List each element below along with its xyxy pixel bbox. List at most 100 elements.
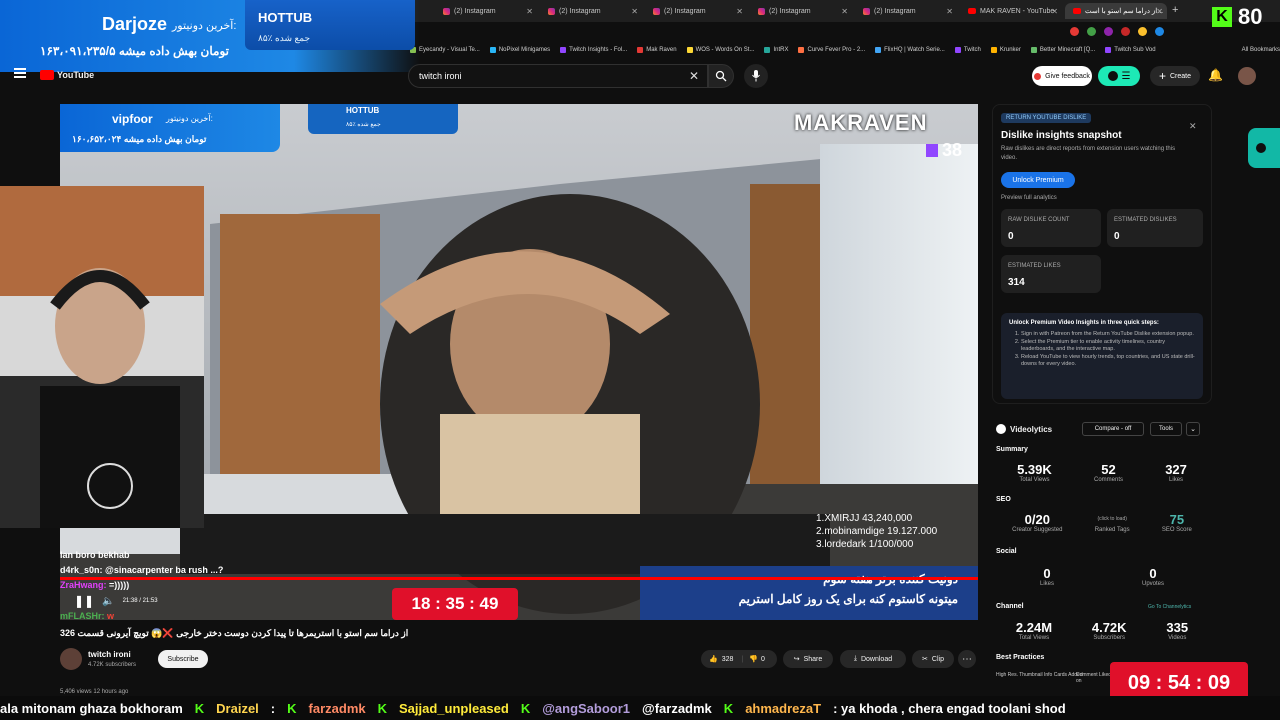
menu-icon[interactable] xyxy=(14,68,26,78)
chat-line: lan boro bekhab xyxy=(60,550,130,560)
step-item: Select the Premium tier to enable activi… xyxy=(1021,339,1197,354)
clear-search-icon[interactable]: ✕ xyxy=(689,69,699,83)
extension-toggle[interactable]: ☰ xyxy=(1098,66,1140,86)
browser-tab[interactable]: (2) Instagram ✕ xyxy=(855,3,957,19)
kick-icon: K xyxy=(520,700,531,716)
notifications-bell-icon[interactable]: 🔔 xyxy=(1208,68,1223,82)
bookmark-item[interactable]: Twitch xyxy=(954,47,981,53)
close-tab-icon[interactable]: ✕ xyxy=(1051,7,1058,16)
browser-tab[interactable]: (2) Instagram ✕ xyxy=(750,3,852,19)
chevron-down-icon[interactable]: ⌄ xyxy=(1186,422,1200,436)
extension-icon[interactable] xyxy=(1155,27,1164,36)
step-item: Sign in with Patreon from the Return You… xyxy=(1021,331,1197,339)
like-count[interactable]: 328 xyxy=(722,656,734,663)
stream-timer: 18 : 35 : 49 xyxy=(392,588,518,620)
bookmarks-bar: Eyecandy - Visual Te... NoPixel Minigames… xyxy=(410,42,1280,58)
youtube-logo[interactable]: YouTube xyxy=(40,70,94,80)
bookmark-icon xyxy=(637,47,644,53)
extension-icon[interactable] xyxy=(1121,27,1130,36)
bookmark-item[interactable]: Mak Raven xyxy=(637,47,677,53)
go-to-channelytics-link[interactable]: Go To Channelytics xyxy=(1148,604,1191,610)
subscribe-button[interactable]: Subscribe xyxy=(158,650,208,668)
videolytics-panel: Videolytics Compare - off Tools ⌄ Summar… xyxy=(992,418,1212,698)
channel-stats: 2.24M Total Views 4.72K Subscribers 335 Vid… xyxy=(1015,620,1189,641)
close-tab-icon[interactable]: ✕ xyxy=(526,7,533,16)
like-icon[interactable]: 👍 xyxy=(709,655,718,663)
avatar[interactable] xyxy=(1238,67,1256,85)
channel-avatar[interactable] xyxy=(60,648,82,670)
preview-analytics-link[interactable]: Preview full analytics xyxy=(1001,195,1057,201)
summary-stats: 5.39K Total Views 52 Comments 327 Likes xyxy=(1017,462,1187,483)
ranked-tags-load[interactable]: (click to load) xyxy=(1095,516,1130,522)
bookmark-item[interactable]: Curve Fever Pro - 2... xyxy=(798,47,865,53)
stream-chat-overlay: lan boro bekhab d4rk_s0n: @sinacarpenter… xyxy=(60,548,360,624)
hottub-progress: ۸۵٪ جمع شده xyxy=(258,33,311,43)
volume-icon[interactable]: 🔈 xyxy=(102,596,114,607)
browser-tab[interactable]: از دراما سم استو با است... ✕ xyxy=(1065,3,1167,19)
leaderboard-entry: 3.lordedark 1/100/000 xyxy=(816,539,914,550)
browser-tab[interactable]: (2) Instagram ✕ xyxy=(645,3,747,19)
close-tab-icon[interactable]: ✕ xyxy=(946,7,953,16)
all-bookmarks[interactable]: All Bookmarks xyxy=(1242,47,1280,53)
views-line: 5,406 views 12 hours ago xyxy=(60,689,129,695)
bookmark-item[interactable]: Better Minecraft [Q... xyxy=(1030,47,1095,53)
voice-search-button[interactable] xyxy=(744,64,768,88)
more-options-icon[interactable]: ⋯ xyxy=(958,650,976,668)
clip-button[interactable]: ✂ Clip xyxy=(912,650,954,668)
search-input[interactable]: twitch ironi ✕ xyxy=(408,64,708,88)
hottub-overlay: HOTTUB ۸۵٪ جمع شده xyxy=(245,0,415,50)
summary-heading: Summary xyxy=(996,446,1028,453)
compare-toggle[interactable]: Compare - off xyxy=(1082,422,1144,436)
new-tab-button[interactable]: + xyxy=(1172,4,1178,16)
instagram-icon xyxy=(758,7,765,15)
create-button[interactable]: + Create xyxy=(1150,66,1200,86)
bookmark-icon xyxy=(875,47,882,53)
close-icon[interactable]: ✕ xyxy=(1189,121,1197,132)
bookmark-item[interactable]: FlixHQ | Watch Serie... xyxy=(875,47,945,53)
extension-icon[interactable] xyxy=(1104,27,1113,36)
extension-icon[interactable] xyxy=(1087,27,1096,36)
youtube-icon xyxy=(1073,8,1081,14)
kick-viewer-counter: K 80 xyxy=(1212,4,1276,30)
bookmark-item[interactable]: NoPixel Minigames xyxy=(489,47,550,53)
channel-name[interactable]: twitch ironi xyxy=(88,650,131,659)
bookmark-item[interactable]: Twitch Insights - Fol... xyxy=(560,47,627,53)
ticker-user: @angSaboor1 xyxy=(542,700,631,716)
inner-donation-amount: ۱۶۰،۶۵۲،۰۲۴ تومان بهش داده میشه xyxy=(72,134,207,144)
unlock-premium-button[interactable]: Unlock Premium xyxy=(1001,172,1075,188)
search-button[interactable] xyxy=(708,64,734,88)
close-tab-icon[interactable]: ✕ xyxy=(1156,7,1163,16)
browser-tab[interactable]: MAK RAVEN - YouTube ✕ xyxy=(960,3,1062,19)
bookmark-icon xyxy=(560,47,567,53)
bookmark-item[interactable]: Eyecandy - Visual Te... xyxy=(410,47,480,53)
rd-header-badge: RETURN YOUTUBE DISLIKE xyxy=(1001,113,1092,123)
pause-icon[interactable]: ❚❚ xyxy=(74,594,94,608)
share-button[interactable]: ↪ Share xyxy=(783,650,833,668)
bookmark-icon xyxy=(489,47,496,53)
kick-icon: K xyxy=(1212,7,1232,27)
extension-icon[interactable] xyxy=(1138,27,1147,36)
browser-tab[interactable]: (2) Instagram ✕ xyxy=(540,3,642,19)
webcam-overlay xyxy=(0,186,204,528)
chat-line: mFLASHr: w xyxy=(60,611,115,621)
download-button[interactable]: ⤓ Download xyxy=(840,650,906,668)
bookmark-item[interactable]: WOS - Words On St... xyxy=(686,47,754,53)
step-item: Reload YouTube to view hourly trends, to… xyxy=(1021,354,1197,369)
close-tab-icon[interactable]: ✕ xyxy=(736,7,743,16)
rd-description: Raw dislikes are direct reports from ext… xyxy=(1001,146,1176,161)
time-display: 21:38 / 21:53 xyxy=(122,598,158,604)
bookmark-item[interactable]: Krunker xyxy=(990,47,1021,53)
give-feedback-button[interactable]: Give feedback xyxy=(1032,66,1092,86)
browser-tab[interactable]: (2) Instagram ✕ xyxy=(435,3,537,19)
extension-icons xyxy=(1070,27,1164,36)
tools-dropdown[interactable]: Tools xyxy=(1150,422,1182,436)
close-tab-icon[interactable]: ✕ xyxy=(631,7,638,16)
extension-side-tab[interactable] xyxy=(1248,128,1280,168)
subscriber-count: 4.72K subscribers xyxy=(88,662,137,668)
extension-icon[interactable] xyxy=(1070,27,1079,36)
dislike-icon[interactable]: 👎 xyxy=(749,655,758,663)
bookmark-item[interactable]: IntRX xyxy=(764,47,788,53)
close-tab-icon[interactable]: ✕ xyxy=(841,7,848,16)
bookmark-item[interactable]: Twitch Sub Vod xyxy=(1105,47,1156,53)
kick-icon: K xyxy=(194,700,205,716)
